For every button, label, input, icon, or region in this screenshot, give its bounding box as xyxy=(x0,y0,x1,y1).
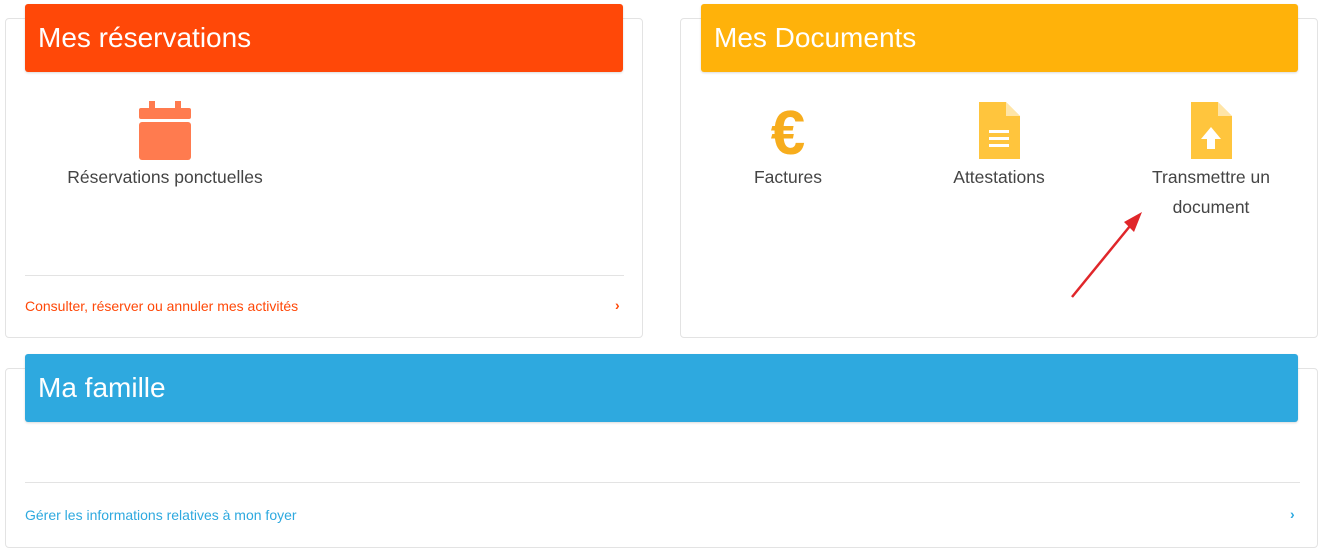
euro-icon: € xyxy=(766,99,810,168)
document-text-icon xyxy=(976,100,1022,162)
attestations-tile[interactable]: Attestations xyxy=(929,100,1069,192)
documents-title: Mes Documents xyxy=(714,22,917,53)
chevron-right-icon[interactable]: › xyxy=(1290,506,1295,522)
transmettre-label-line2: document xyxy=(1172,197,1250,217)
transmettre-document-tile[interactable]: Transmettre un document xyxy=(1131,100,1291,222)
famille-header: Ma famille xyxy=(25,354,1298,422)
famille-footer-link[interactable]: Gérer les informations relatives à mon f… xyxy=(25,507,297,523)
reservations-ponctuelles-label: Réservations ponctuelles xyxy=(67,167,263,187)
documents-header: Mes Documents xyxy=(701,4,1298,72)
famille-title: Ma famille xyxy=(38,372,166,403)
annotation-arrow-icon xyxy=(1071,212,1142,298)
svg-text:€: € xyxy=(771,100,805,162)
calendar-icon xyxy=(139,100,191,162)
factures-label: Factures xyxy=(753,167,823,187)
reservations-header: Mes réservations xyxy=(25,4,623,72)
transmettre-label-line1: Transmettre un xyxy=(1151,167,1270,187)
document-upload-icon xyxy=(1188,100,1234,162)
attestations-label: Attestations xyxy=(953,167,1045,187)
factures-tile[interactable]: € Factures xyxy=(728,99,848,192)
reservations-divider xyxy=(25,275,624,276)
reservations-title: Mes réservations xyxy=(38,22,252,53)
reservations-ponctuelles-tile[interactable]: Réservations ponctuelles xyxy=(45,100,285,192)
chevron-right-icon[interactable]: › xyxy=(615,297,620,313)
reservations-footer-link[interactable]: Consulter, réserver ou annuler mes activ… xyxy=(25,298,298,314)
famille-divider xyxy=(25,482,1300,483)
